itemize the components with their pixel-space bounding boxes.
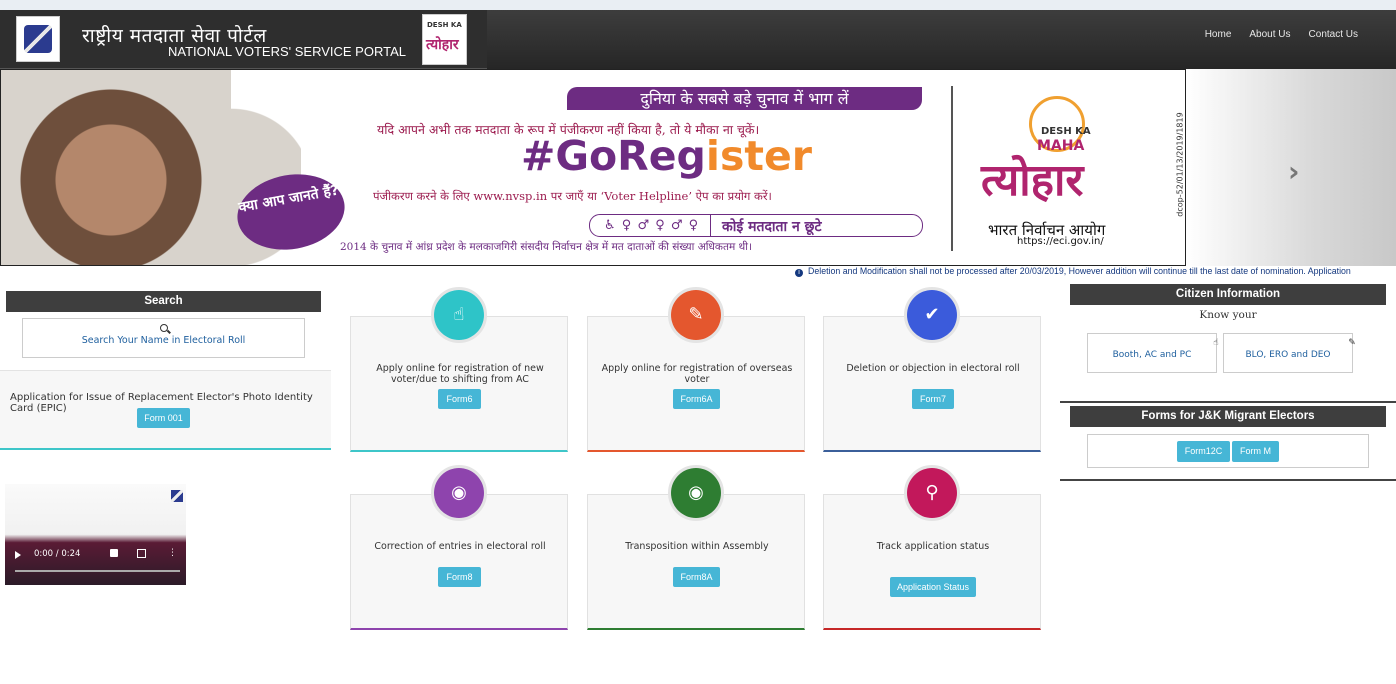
form-card-button[interactable]: Form7 (912, 389, 954, 409)
edit-icon: ✎ (671, 290, 721, 340)
form-card-icon-circle: ◉ (431, 465, 487, 521)
form-card-icon-circle: ✎ (668, 287, 724, 343)
form-card-icon-circle: ⚲ (904, 465, 960, 521)
know-your-label: Know your (1199, 309, 1257, 321)
form-card-title: Track application status (876, 541, 990, 552)
form-card-icon-circle: ☝ (431, 287, 487, 343)
fullscreen-icon[interactable] (137, 549, 146, 558)
form-card-button[interactable]: Form6A (673, 389, 720, 409)
header-bar: राष्ट्रीय मतदाता सेवा पोर्टल NATIONAL VO… (0, 10, 1396, 69)
eye-icon: ◉ (671, 468, 721, 518)
form-card-title: Apply online for registration of new vot… (376, 363, 544, 385)
tyohar-logo-text: त्योहार (426, 37, 459, 53)
form-card-icon-circle: ◉ (668, 465, 724, 521)
search-link-label: Search Your Name in Electoral Roll (81, 335, 246, 346)
portal-title-english: NATIONAL VOTERS' SERVICE PORTAL (168, 44, 406, 59)
desh-ka-maha-tyohar-logo: DESH KA MAHA त्योहार (981, 96, 1131, 216)
search-icon: ⚲ (907, 468, 957, 518)
notice-ticker: i Deletion and Modification shall not be … (795, 266, 1396, 278)
tyohar-logo: DESH KA त्योहार (422, 14, 467, 65)
banner-hashtag: #GoRegister (521, 132, 812, 180)
divider (1060, 401, 1396, 403)
booth-ac-pc-link[interactable]: ☝ Booth, AC and PC (1087, 333, 1219, 373)
search-heading: Search (6, 291, 321, 312)
form-card-icon-circle: ✔ (904, 287, 960, 343)
logo-desh-ka: DESH KA (1041, 126, 1091, 137)
search-electoral-roll-link[interactable]: Search Your Name in Electoral Roll (22, 318, 305, 358)
banner-fact: 2014 के चुनाव में आंध्र प्रदेश के मलकाजग… (340, 241, 752, 253)
video-controls: 0:00 / 0:24 ⋮ (5, 544, 186, 568)
form-card-title: Deletion or objection in electoral roll (846, 363, 1020, 374)
jk-heading: Forms for J&K Migrant Electors (1070, 406, 1386, 427)
booth-label: Booth, AC and PC (1112, 350, 1192, 360)
banner-eci-url: https://eci.gov.in/ (1017, 236, 1104, 247)
jk-forms-box: Form12C Form M (1087, 434, 1369, 468)
banner-hashtag-part2: ister (705, 132, 812, 180)
banner-divider (951, 86, 953, 251)
eci-ink-icon (171, 490, 183, 502)
form-card-title: Apply online for registration of oversea… (601, 363, 793, 385)
video-progress-bar[interactable] (15, 570, 180, 572)
tyohar-logo-mark: DESH KA (427, 21, 462, 29)
video-player[interactable]: 0:00 / 0:24 ⋮ (5, 484, 186, 585)
edit-icon: ✎ (1348, 338, 1356, 348)
carousel-banner[interactable]: क्या आप जानते हैं? दुनिया के सबसे बड़े च… (0, 69, 1186, 266)
nav-about-us[interactable]: About Us (1249, 29, 1290, 40)
banner-headline: दुनिया के सबसे बड़े चुनाव में भाग लें (567, 87, 922, 110)
logo-tyohar: त्योहार (981, 155, 1084, 206)
eye-icon: ◉ (434, 468, 484, 518)
volume-icon[interactable] (110, 549, 118, 557)
hand-pointer-icon: ☝ (434, 290, 484, 340)
epic-card: Application for Issue of Replacement Ele… (0, 370, 331, 450)
play-icon[interactable] (15, 551, 21, 559)
form-001-button[interactable]: Form 001 (137, 408, 190, 428)
top-nav: Home About Us Contact Us (1205, 29, 1358, 40)
banner-pill-text: कोई मतदाता न छूटे (722, 219, 822, 235)
form-card-title: Transposition within Assembly (625, 541, 769, 552)
chevron-right-icon[interactable]: › (1288, 155, 1300, 188)
form-card-title: Correction of entries in electoral roll (374, 541, 546, 552)
info-icon: i (795, 269, 803, 277)
search-icon (159, 324, 168, 332)
form-card-button[interactable]: Application Status (890, 577, 976, 597)
banner-hashtag-part1: #GoReg (521, 132, 706, 180)
blo-ero-deo-link[interactable]: ✎ BLO, ERO and DEO (1223, 333, 1356, 373)
form-card-button[interactable]: Form8 (438, 567, 481, 587)
banner-code: dcop-52/01/13/2019/1819 (1175, 112, 1185, 217)
nav-home[interactable]: Home (1205, 29, 1232, 40)
top-strip (0, 0, 1396, 10)
divider (1060, 479, 1396, 481)
form12c-button[interactable]: Form12C (1177, 441, 1230, 462)
citizen-info-heading: Citizen Information (1070, 284, 1386, 305)
more-options-icon[interactable]: ⋮ (168, 548, 177, 558)
banner-pill: ♿ ♀ ♂ ♀ ♂ ♀ कोई मतदाता न छूटे (589, 214, 923, 237)
form-m-button[interactable]: Form M (1232, 441, 1279, 462)
form-card-button[interactable]: Form6 (438, 389, 481, 409)
banner-text-visit: पंजीकरण करने के लिए www.nvsp.in पर जाएँ … (373, 189, 772, 203)
form-card-button[interactable]: Form8A (673, 567, 720, 587)
notice-text: Deletion and Modification shall not be p… (808, 266, 1351, 276)
blo-label: BLO, ERO and DEO (1245, 350, 1331, 360)
brand-block: राष्ट्रीय मतदाता सेवा पोर्टल NATIONAL VO… (0, 10, 487, 69)
eci-logo[interactable] (16, 16, 60, 62)
people-icons: ♿ ♀ ♂ ♀ ♂ ♀ (604, 218, 700, 233)
check-icon: ✔ (907, 290, 957, 340)
video-time: 0:00 / 0:24 (34, 549, 81, 559)
nav-contact-us[interactable]: Contact Us (1309, 29, 1358, 40)
